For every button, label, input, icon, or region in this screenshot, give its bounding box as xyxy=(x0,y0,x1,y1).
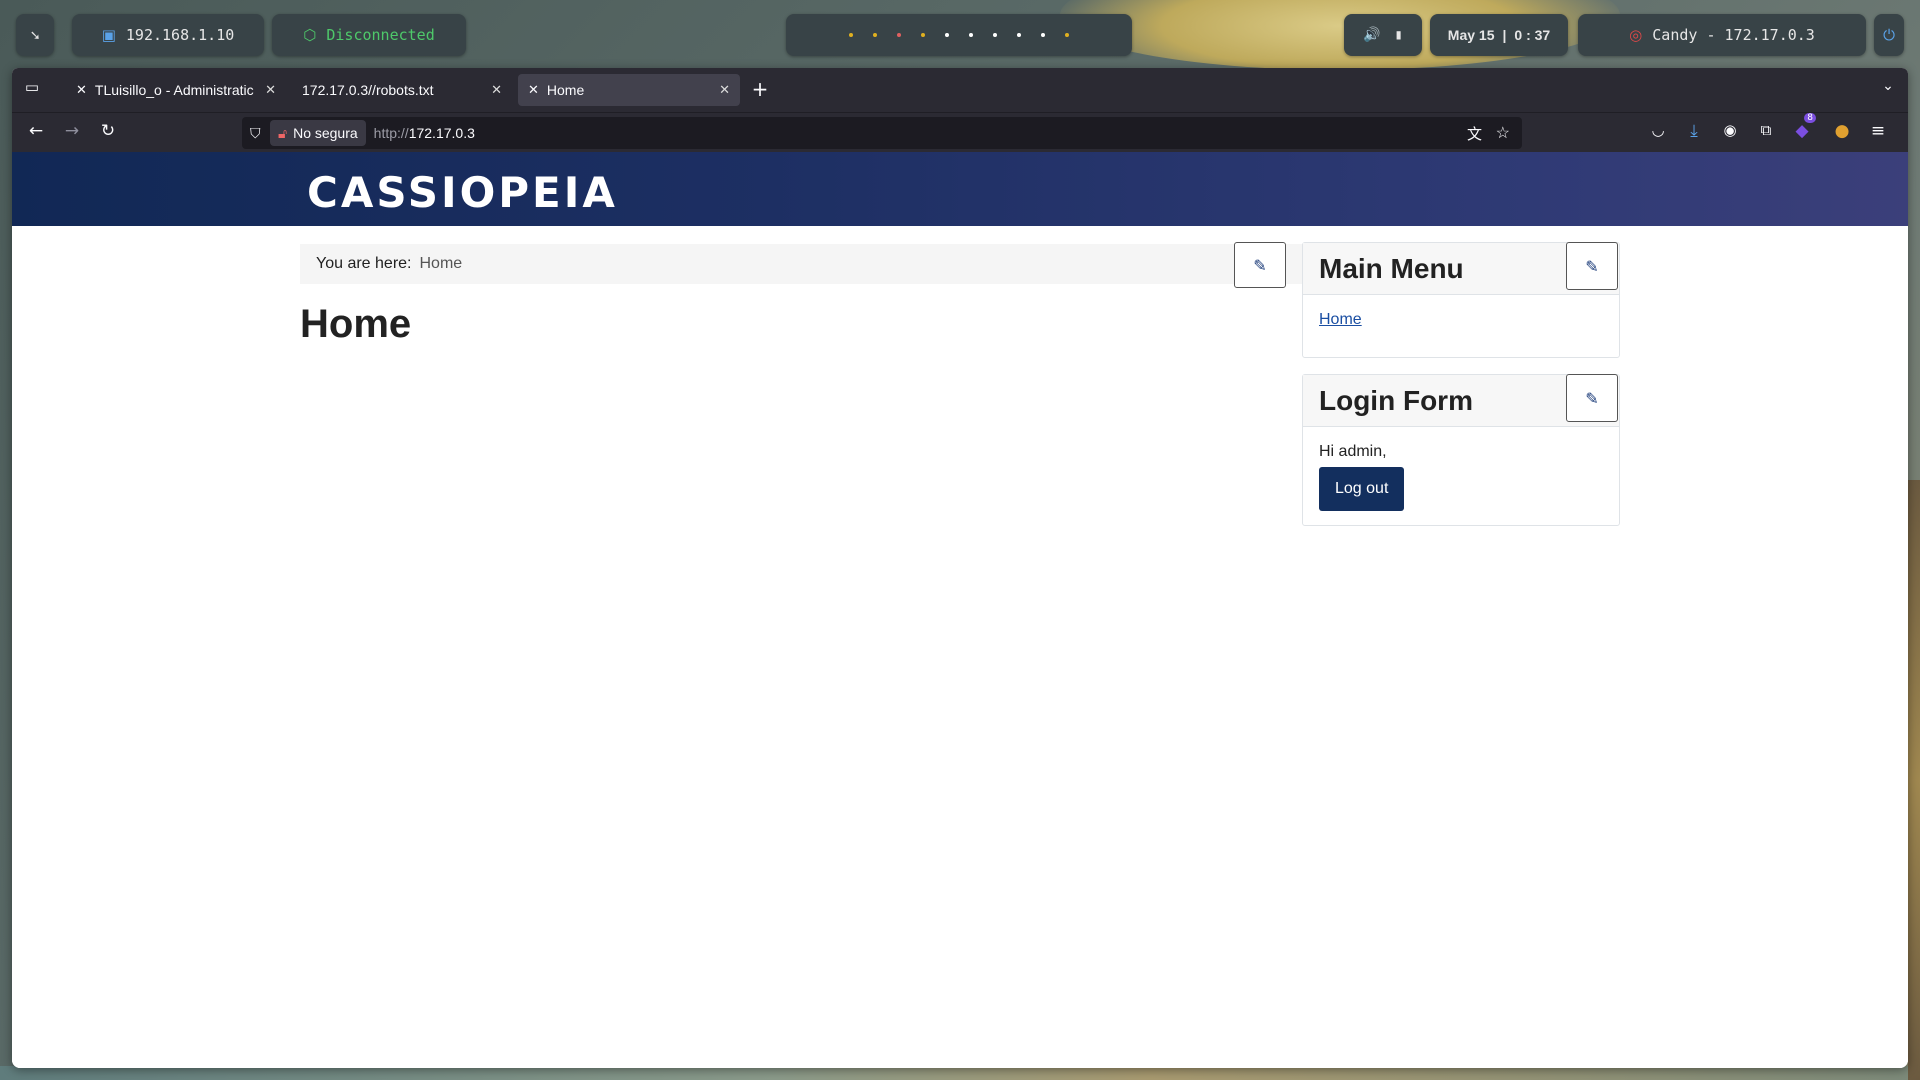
site-brand[interactable]: CASSIOPEIA xyxy=(307,168,618,217)
security-indicator[interactable]: 🔓︎ No segura xyxy=(270,120,366,146)
breadcrumb-label: You are here: xyxy=(316,255,412,272)
clock-widget[interactable]: May 15 | 0 : 37 xyxy=(1430,14,1568,56)
edit-breadcrumb-button[interactable]: ✎ xyxy=(1234,242,1286,288)
extensions-icon[interactable]: ⧉ xyxy=(1754,121,1778,139)
tab-bar: ▭ ✕ TLuisillo_o - Administratic ✕ 172.17… xyxy=(12,68,1908,112)
tab-robots[interactable]: 172.17.0.3//robots.txt ✕ xyxy=(292,74,512,106)
kali-dragon-icon: ➘ xyxy=(30,26,40,44)
battery-icon[interactable]: ▮ xyxy=(1395,27,1403,43)
nav-bar: ← → ↻ ⛉ 🔓︎ No segura http://172.17.0.3 文… xyxy=(12,112,1908,152)
vpn-status: Disconnected xyxy=(326,26,435,44)
tab-list-icon[interactable]: ⌄ xyxy=(1876,78,1900,94)
breadcrumb-item: Home xyxy=(419,255,463,272)
volume-icon[interactable]: 🔊 xyxy=(1363,27,1380,43)
security-label: No segura xyxy=(293,125,358,141)
url-text[interactable]: http://172.17.0.3 xyxy=(374,125,475,141)
forward-icon[interactable]: → xyxy=(60,121,84,141)
downloads-icon[interactable]: ⤓ xyxy=(1682,121,1706,141)
greeting: Hi admin, xyxy=(1319,443,1387,460)
wallpaper-bottom xyxy=(0,1066,1920,1080)
workspaces[interactable] xyxy=(786,14,1132,56)
network-icon: ▣ xyxy=(101,26,116,44)
addon-badge: 8 xyxy=(1804,113,1816,123)
menu-link-home[interactable]: Home xyxy=(1319,311,1362,328)
workspace-dot[interactable] xyxy=(873,33,877,37)
wallpaper-right xyxy=(1908,480,1920,1080)
login-form-body: Hi admin, Log out xyxy=(1303,427,1619,527)
power-button[interactable]: ⏻ xyxy=(1874,14,1904,56)
workspace-dot[interactable] xyxy=(897,33,901,37)
new-tab-icon[interactable]: + xyxy=(748,77,772,101)
translate-icon[interactable]: 文 xyxy=(1467,123,1482,144)
close-icon[interactable]: ✕ xyxy=(265,82,276,98)
cookie-icon[interactable]: ● xyxy=(1830,121,1854,141)
edit-icon: ✎ xyxy=(1253,255,1267,275)
cube-icon: ⬡ xyxy=(303,26,317,44)
main-menu-body: Home xyxy=(1303,295,1619,345)
insecure-lock-icon: 🔓︎ xyxy=(278,124,288,141)
tab-title: TLuisillo_o - Administratic xyxy=(94,82,254,98)
ip-widget[interactable]: ▣ 192.168.1.10 xyxy=(72,14,264,56)
logout-button[interactable]: Log out xyxy=(1319,467,1405,511)
workspace-dot[interactable] xyxy=(1041,33,1045,37)
tab-overview-icon[interactable]: ▭ xyxy=(20,78,44,96)
workspace-dot[interactable] xyxy=(969,33,973,37)
page-content: CASSIOPEIA You are here: Home ✎ Home Mai… xyxy=(12,152,1908,1068)
back-icon[interactable]: ← xyxy=(24,121,48,141)
url-scheme: http:// xyxy=(373,125,409,141)
site-header: CASSIOPEIA xyxy=(12,152,1908,226)
account-icon[interactable]: ◉ xyxy=(1718,121,1742,139)
close-icon[interactable]: ✕ xyxy=(491,82,502,98)
edit-main-menu-button[interactable]: ✎ xyxy=(1566,242,1618,290)
edit-icon: ✎ xyxy=(1585,256,1599,276)
tab-title: Home xyxy=(546,82,585,98)
url-host: 172.17.0.3 xyxy=(408,125,475,141)
shield-icon[interactable]: ⛉ xyxy=(250,125,261,142)
workspace-dot[interactable] xyxy=(849,33,853,37)
top-bar: ➘ ▣ 192.168.1.10 ⬡ Disconnected 🔊 ▮ May … xyxy=(16,14,1904,56)
url-bar[interactable]: ⛉ 🔓︎ No segura http://172.17.0.3 文 ☆ xyxy=(242,117,1522,149)
browser-window: ▭ ✕ TLuisillo_o - Administratic ✕ 172.17… xyxy=(12,68,1908,1068)
ip-label: 192.168.1.10 xyxy=(125,26,235,44)
system-tray[interactable]: 🔊 ▮ xyxy=(1344,14,1422,56)
hamburger-menu-icon[interactable]: ≡ xyxy=(1866,121,1890,141)
joomla-icon: ✕ xyxy=(528,82,539,97)
tab-home[interactable]: ✕ Home ✕ xyxy=(518,74,740,106)
edit-login-form-button[interactable]: ✎ xyxy=(1566,374,1618,422)
addon-icon[interactable]: ◆ 8 xyxy=(1790,113,1816,141)
pocket-icon[interactable]: ◡ xyxy=(1646,121,1670,139)
tab-admin[interactable]: ✕ TLuisillo_o - Administratic ✕ xyxy=(66,74,286,106)
page-title: Home xyxy=(300,302,412,346)
date-label: May 15 xyxy=(1447,27,1495,43)
target-icon: ◎ xyxy=(1629,26,1643,44)
workspace-dot[interactable] xyxy=(1017,33,1021,37)
workspace-dot[interactable] xyxy=(945,33,949,37)
target-widget[interactable]: ◎ Candy - 172.17.0.3 xyxy=(1578,14,1866,56)
target-label: Candy - 172.17.0.3 xyxy=(1652,26,1815,44)
workspace-dot[interactable] xyxy=(921,33,925,37)
power-icon: ⏻ xyxy=(1883,26,1895,44)
clock-separator: | xyxy=(1502,27,1507,43)
edit-icon: ✎ xyxy=(1585,388,1599,408)
tab-title: 172.17.0.3//robots.txt xyxy=(302,82,434,98)
reload-icon[interactable]: ↻ xyxy=(96,121,120,141)
time-label: 0 : 37 xyxy=(1514,27,1551,43)
joomla-icon: ✕ xyxy=(76,82,87,97)
bookmark-star-icon[interactable]: ☆ xyxy=(1496,123,1510,143)
close-icon[interactable]: ✕ xyxy=(719,82,730,98)
breadcrumb: You are here: Home xyxy=(300,244,1312,284)
vpn-widget[interactable]: ⬡ Disconnected xyxy=(272,14,466,56)
workspace-dot[interactable] xyxy=(1065,33,1069,37)
menu-button[interactable]: ➘ xyxy=(16,14,54,56)
workspace-dot[interactable] xyxy=(993,33,997,37)
